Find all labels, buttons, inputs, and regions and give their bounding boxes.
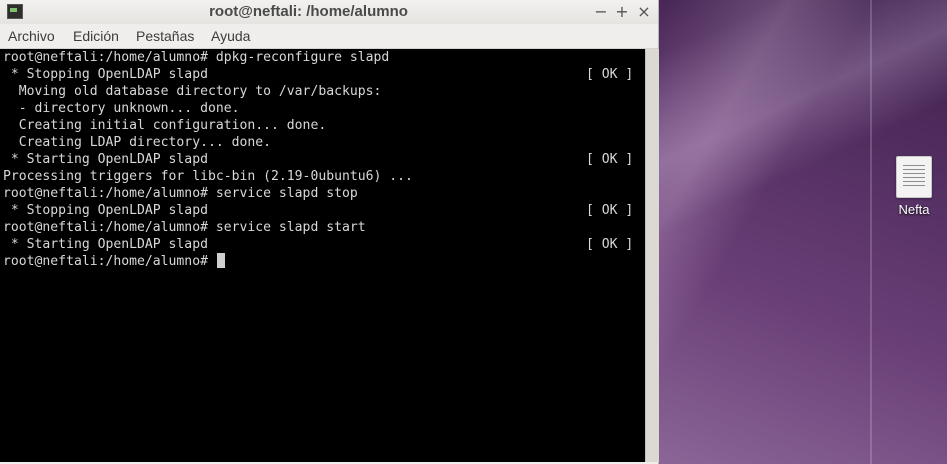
menu-pestanas[interactable]: Pestañas <box>136 28 194 44</box>
text-document-icon <box>896 156 932 198</box>
desktop-panel-edge <box>870 0 872 464</box>
status-ok: [ OK ] <box>586 203 634 218</box>
terminal-output[interactable]: root@neftali:/home/alumno# dpkg-reconfig… <box>0 49 645 462</box>
terminal-scrollbar[interactable] <box>645 49 659 462</box>
window-title: root@neftali: /home/alumno <box>209 3 408 20</box>
menu-bar: Archivo Edición Pestañas Ayuda <box>0 24 658 49</box>
text-cursor <box>216 253 225 268</box>
terminal-line: * Stopping OpenLDAP slapd <box>3 67 208 82</box>
status-ok: [ OK ] <box>586 152 634 167</box>
terminal-line: * Starting OpenLDAP slapd <box>3 237 208 252</box>
menu-archivo[interactable]: Archivo <box>8 28 55 44</box>
terminal-line: Creating LDAP directory... done. <box>3 135 272 150</box>
menu-edicion[interactable]: Edición <box>73 28 119 44</box>
terminal-line: * Starting OpenLDAP slapd <box>3 152 208 167</box>
terminal-line: Moving old database directory to /var/ba… <box>3 84 382 99</box>
terminal-line: * Stopping OpenLDAP slapd <box>3 203 208 218</box>
close-button[interactable]: × <box>634 2 654 22</box>
terminal-line: root@neftali:/home/alumno# service slapd… <box>3 186 358 201</box>
terminal-prompt-line[interactable]: root@neftali:/home/alumno# <box>3 253 225 270</box>
terminal-prompt: root@neftali:/home/alumno# <box>3 254 216 269</box>
terminal-line: Processing triggers for libc-bin (2.19-0… <box>3 169 413 184</box>
title-bar[interactable]: root@neftali: /home/alumno − + × <box>0 0 658 24</box>
maximize-button[interactable]: + <box>612 2 632 22</box>
terminal-window[interactable]: root@neftali: /home/alumno − + × Archivo… <box>0 0 659 464</box>
status-ok: [ OK ] <box>586 67 634 82</box>
terminal-line: root@neftali:/home/alumno# dpkg-reconfig… <box>3 50 390 65</box>
terminal-line: root@neftali:/home/alumno# service slapd… <box>3 220 366 235</box>
terminal-line: - directory unknown... done. <box>3 101 240 116</box>
desktop-file-nefta[interactable]: Nefta <box>886 156 942 217</box>
minimize-button[interactable]: − <box>591 2 611 22</box>
desktop-file-label: Nefta <box>898 202 930 217</box>
terminal-line: Creating initial configuration... done. <box>3 118 327 133</box>
menu-ayuda[interactable]: Ayuda <box>211 28 250 44</box>
status-ok: [ OK ] <box>586 237 634 252</box>
